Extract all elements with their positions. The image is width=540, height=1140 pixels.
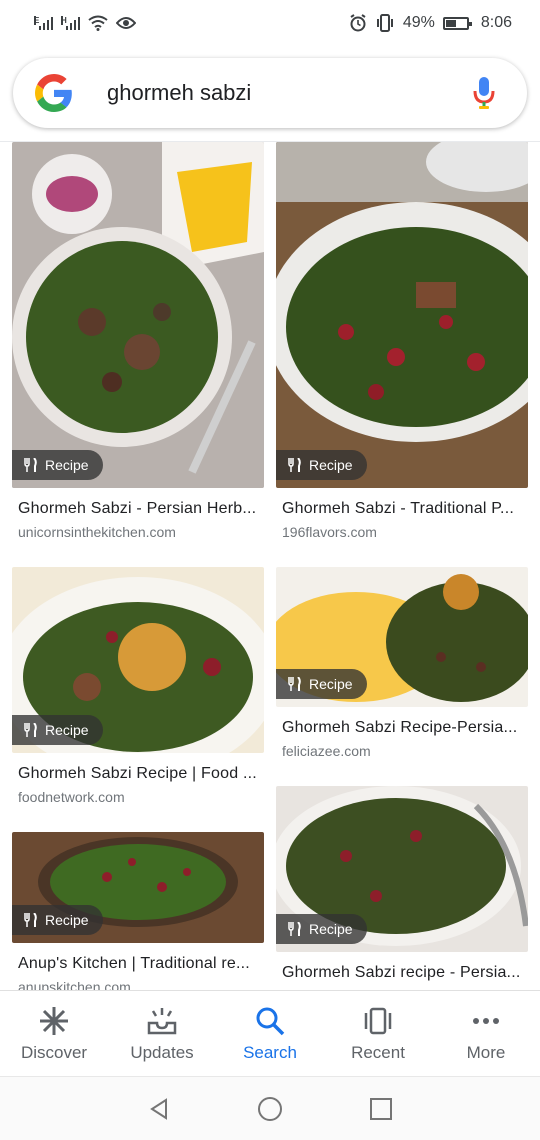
asterisk-icon (40, 1006, 68, 1035)
fork-knife-icon (288, 677, 301, 691)
microphone-icon[interactable] (471, 75, 497, 111)
badge-label: Recipe (309, 457, 353, 473)
result-site[interactable]: foodnetwork.com (12, 789, 264, 805)
fork-knife-icon (24, 913, 37, 927)
search-icon (256, 1007, 285, 1035)
home-icon[interactable] (257, 1096, 283, 1122)
result-card[interactable]: Recipe Ghormeh Sabzi Recipe-Persia... fe… (276, 567, 528, 759)
search-input[interactable]: ghormeh sabzi (107, 80, 471, 106)
fork-knife-icon (24, 458, 37, 472)
result-title[interactable]: Anup's Kitchen | Traditional re... (12, 955, 264, 973)
nav-recent-label: Recent (351, 1042, 405, 1062)
system-navigation-bar (0, 1076, 540, 1140)
inbox-icon (147, 1007, 177, 1034)
search-bar[interactable]: ghormeh sabzi (13, 58, 527, 128)
result-title[interactable]: Ghormeh Sabzi recipe - Persia... (276, 964, 528, 982)
vibrate-icon (376, 14, 393, 32)
badge-label: Recipe (45, 457, 89, 473)
nav-search-label: Search (243, 1042, 297, 1062)
recipe-badge: Recipe (12, 450, 103, 480)
recipe-badge: Recipe (12, 905, 103, 935)
result-thumbnail[interactable]: Recipe (12, 567, 264, 753)
status-right: 49% 8:06 (349, 14, 512, 32)
status-left: E H (34, 15, 136, 31)
network-type-label: E (34, 16, 40, 25)
result-card[interactable]: Recipe Ghormeh Sabzi - Persian Herb... u… (12, 142, 264, 540)
battery-percent: 49% (402, 14, 435, 31)
badge-label: Recipe (45, 722, 89, 738)
result-site[interactable]: anupskitchen.com (12, 979, 264, 990)
nav-more-label: More (466, 1042, 506, 1062)
google-logo-icon (35, 74, 72, 112)
result-thumbnail[interactable]: Recipe (276, 567, 528, 707)
recent-cards-icon (364, 1007, 392, 1034)
fork-knife-icon (24, 723, 37, 737)
result-card[interactable]: Recipe Ghormeh Sabzi - Traditional P... … (276, 142, 528, 540)
nav-recent[interactable]: Recent (328, 1005, 428, 1063)
clock: 8:06 (480, 14, 512, 31)
image-results-grid: Recipe Ghormeh Sabzi - Persian Herb... u… (0, 142, 540, 990)
battery-fill (445, 19, 456, 27)
recipe-badge: Recipe (12, 715, 103, 745)
nav-discover[interactable]: Discover (4, 1005, 104, 1063)
fork-knife-icon (288, 922, 301, 936)
overview-icon[interactable] (369, 1097, 393, 1121)
status-bar: E H 49% 8:06 (0, 0, 540, 46)
wifi-icon (88, 15, 108, 31)
search-header: ghormeh sabzi (0, 46, 540, 142)
recipe-badge: Recipe (276, 450, 367, 480)
badge-label: Recipe (309, 676, 353, 692)
result-thumbnail[interactable]: Recipe (12, 142, 264, 488)
result-thumbnail[interactable]: Recipe (276, 786, 528, 952)
nav-updates[interactable]: Updates (112, 1005, 212, 1063)
result-title[interactable]: Ghormeh Sabzi - Traditional P... (276, 500, 528, 518)
result-card[interactable]: Recipe Ghormeh Sabzi recipe - Persia... (276, 786, 528, 982)
nav-discover-label: Discover (20, 1042, 88, 1062)
back-icon[interactable] (147, 1097, 171, 1121)
result-card[interactable]: Recipe Anup's Kitchen | Traditional re..… (12, 832, 264, 990)
result-title[interactable]: Ghormeh Sabzi Recipe-Persia... (276, 719, 528, 737)
badge-label: Recipe (309, 921, 353, 937)
result-site[interactable]: feliciazee.com (276, 743, 528, 759)
eye-icon (116, 17, 136, 29)
result-title[interactable]: Ghormeh Sabzi Recipe | Food ... (12, 765, 264, 783)
nav-updates-label: Updates (130, 1042, 194, 1062)
signal-icon-2: H (61, 16, 80, 30)
result-site[interactable]: unicornsinthekitchen.com (12, 524, 264, 540)
food-image (276, 142, 528, 488)
more-dots-icon (473, 1017, 499, 1024)
result-thumbnail[interactable]: Recipe (276, 142, 528, 488)
bottom-navigation: Discover Updates Search Recent More (0, 990, 540, 1076)
fork-knife-icon (288, 458, 301, 472)
alarm-icon (350, 14, 366, 32)
nav-more[interactable]: More (436, 1005, 536, 1063)
result-card[interactable]: Recipe Ghormeh Sabzi Recipe | Food ... f… (12, 567, 264, 805)
recipe-badge: Recipe (276, 914, 367, 944)
badge-label: Recipe (45, 912, 89, 928)
food-image (12, 142, 264, 488)
network-type-label-2: H (61, 16, 67, 25)
battery-icon (442, 16, 472, 30)
result-title[interactable]: Ghormeh Sabzi - Persian Herb... (12, 500, 264, 518)
result-thumbnail[interactable]: Recipe (12, 832, 264, 943)
signal-icon: E (34, 16, 53, 30)
result-site[interactable]: 196flavors.com (276, 524, 528, 540)
nav-search[interactable]: Search (220, 1005, 320, 1063)
recipe-badge: Recipe (276, 669, 367, 699)
